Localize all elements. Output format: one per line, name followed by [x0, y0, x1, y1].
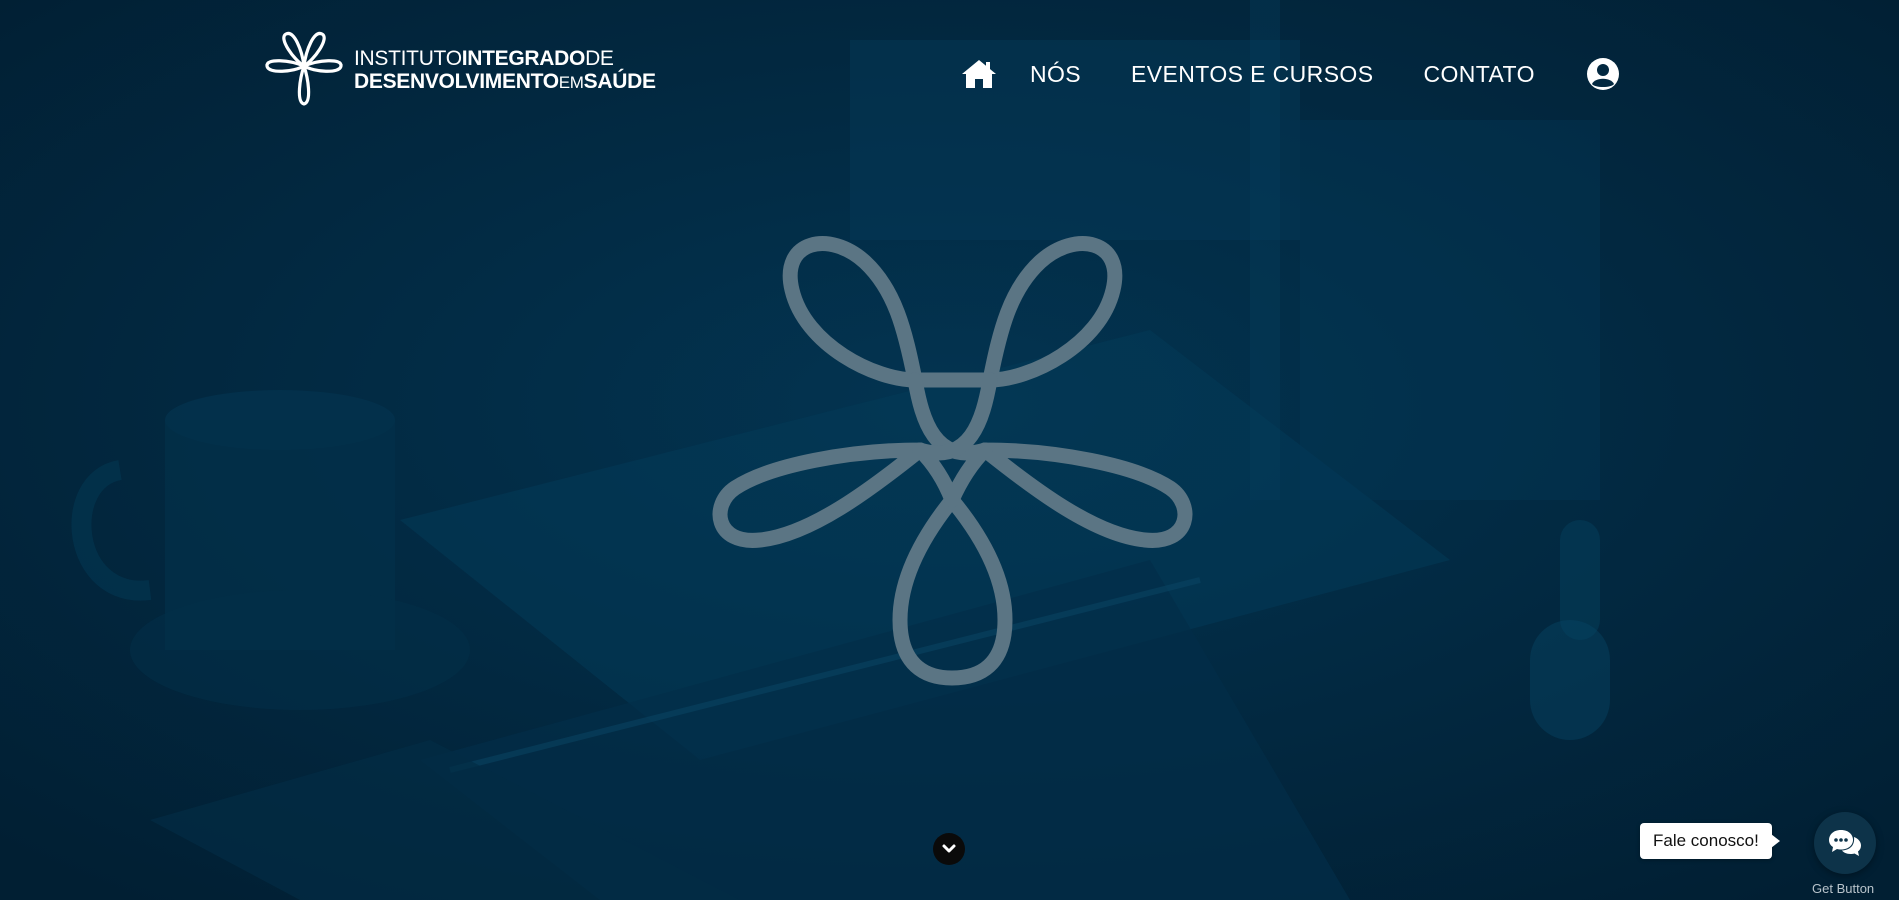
chevron-down-icon	[942, 844, 956, 853]
quatrefoil-knot-symbol-icon	[712, 236, 1193, 686]
nav-link-contato[interactable]: CONTATO	[1423, 61, 1534, 88]
get-button-link[interactable]: Get Button	[1812, 881, 1874, 896]
main-nav: NÓS EVENTOS E CURSOS CONTATO	[958, 52, 1621, 96]
home-icon	[962, 60, 996, 88]
scroll-down-button[interactable]	[933, 833, 965, 865]
logo-word-em: EM	[558, 73, 584, 92]
hero-section: INSTITUTOINTEGRADODE DESENVOLVIMENTOEMSA…	[0, 0, 1899, 900]
logo-word-desenvolvimento: DESENVOLVIMENTO	[354, 70, 559, 93]
site-header: INSTITUTOINTEGRADODE DESENVOLVIMENTOEMSA…	[0, 0, 1899, 150]
quatrefoil-knot-logo-icon	[265, 31, 343, 106]
logo-word-instituto: INSTITUTO	[354, 47, 462, 70]
nav-home-link[interactable]	[958, 56, 1000, 92]
chat-button[interactable]	[1814, 812, 1876, 874]
logo-word-de: DE	[585, 47, 614, 70]
site-logo[interactable]: INSTITUTOINTEGRADODE DESENVOLVIMENTOEMSA…	[264, 30, 656, 110]
nav-link-eventos-e-cursos[interactable]: EVENTOS E CURSOS	[1131, 61, 1373, 88]
logo-word-integrado: INTEGRADO	[461, 47, 586, 70]
chat-tooltip[interactable]: Fale conosco!	[1640, 823, 1780, 859]
nav-link-nos[interactable]: NÓS	[1030, 61, 1081, 88]
logo-wordmark: INSTITUTOINTEGRADODE DESENVOLVIMENTOEMSA…	[354, 48, 656, 94]
logo-word-saude: SAÚDE	[583, 70, 656, 93]
chat-bubbles-icon	[1829, 830, 1861, 856]
user-circle-icon[interactable]	[1585, 56, 1621, 92]
